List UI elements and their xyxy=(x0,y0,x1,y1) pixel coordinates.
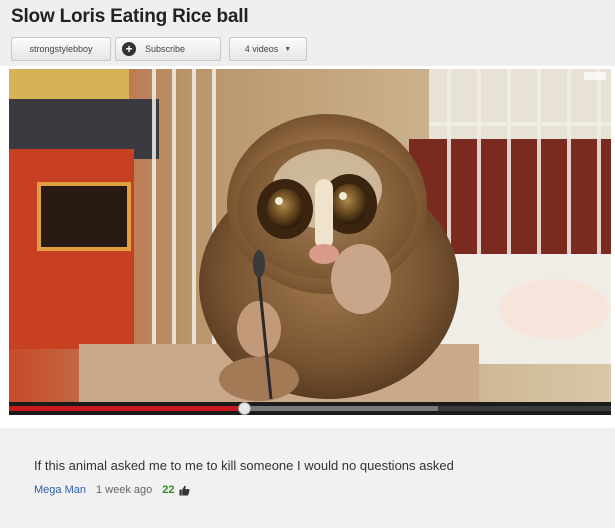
subscribe-button[interactable]: + Subscribe xyxy=(115,37,221,61)
comment-author-link[interactable]: Mega Man xyxy=(34,484,86,496)
video-title: Slow Loris Eating Rice ball xyxy=(11,6,249,27)
channel-button-label: strongstylebboy xyxy=(29,44,93,54)
video-frame xyxy=(9,69,611,402)
video-progress-bar[interactable] xyxy=(9,402,611,415)
comment-like-count: 22 xyxy=(162,484,175,496)
comment-meta: Mega Man 1 week ago 22 xyxy=(34,484,190,496)
thumbs-up-icon[interactable] xyxy=(178,485,190,496)
progress-scrubber-handle[interactable] xyxy=(237,402,251,415)
comment-section: If this animal asked me to me to kill so… xyxy=(0,428,615,528)
video-header: Slow Loris Eating Rice ball strongstyleb… xyxy=(0,0,615,66)
subscribe-button-label: Subscribe xyxy=(145,44,186,54)
comment-text: If this animal asked me to me to kill so… xyxy=(34,458,454,473)
comment-timestamp: 1 week ago xyxy=(95,484,153,496)
caret-down-icon: ▼ xyxy=(284,45,292,53)
videos-dropdown-button[interactable]: 4 videos ▼ xyxy=(229,37,307,61)
plus-icon: + xyxy=(122,42,136,56)
videos-button-label: 4 videos xyxy=(244,44,279,54)
channel-button[interactable]: strongstylebboy xyxy=(11,37,111,61)
progress-played xyxy=(9,406,244,411)
video-player[interactable] xyxy=(9,69,611,415)
